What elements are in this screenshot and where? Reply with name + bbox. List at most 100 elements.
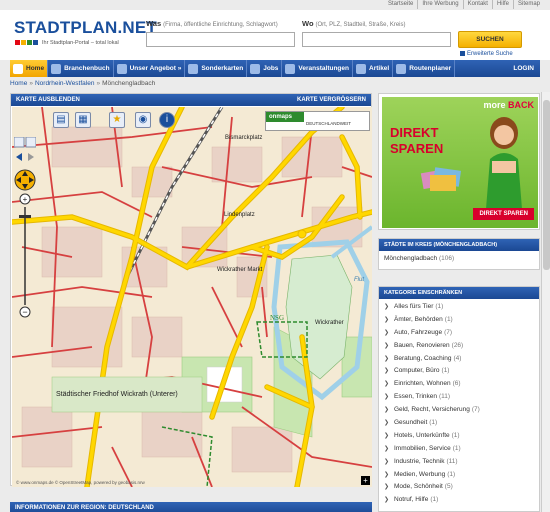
ad-banner[interactable]: more BACK DIREKT SPAREN DIREKT SPAREN [378,93,540,230]
map-bar: KARTE AUSBLENDEN KARTE VERGRÖSSERN [11,94,371,106]
label-nsg: NSG [270,314,285,322]
category-label: Essen, Trinken [394,393,437,401]
logo[interactable]: STADTPLAN.NET Ihr Stadtplan-Portal – tot… [14,18,157,52]
breadcrumb: Home» Nordrhein-Westfalen» Mönchengladbach [10,80,156,87]
ad-brand-back: BACK [508,100,534,110]
expand-icon[interactable]: + [361,476,370,485]
category-item[interactable]: ❯ Auto, Fahrzeuge (7) [384,327,534,340]
chevron-right-icon: ❯ [384,342,390,349]
category-item[interactable]: ❯ Bauen, Renovieren (26) [384,340,534,353]
nav-branchenbuch[interactable]: Branchenbuch [48,60,114,77]
category-count: (5) [444,483,453,491]
extended-search-link[interactable]: Erweiterte Suche [460,51,513,57]
hide-map-link[interactable]: KARTE AUSBLENDEN [16,97,80,103]
star-icon[interactable]: ★ [109,112,125,128]
breadcrumb-home[interactable]: Home [10,80,27,87]
map-icon [188,63,199,74]
category-item[interactable]: ❯ Industrie, Technik (11) [384,456,534,469]
chevron-right-icon: ❯ [384,484,390,491]
nav-sonderkarten[interactable]: Sonderkarten [185,60,248,77]
page-scrollbar[interactable] [541,92,550,512]
category-label: Auto, Fahrzeuge [394,328,443,336]
map-graphic [12,107,372,487]
nav-routenplaner[interactable]: Routenplaner [393,60,456,77]
nav-artikel[interactable]: Artikel [353,60,394,77]
onmaps-name: onmaps [269,114,293,120]
chevron-right-icon: ❯ [384,368,390,375]
extended-search-label: Erweiterte Suche [467,51,513,58]
map-canvas[interactable]: Bismarckplatz Lindenplatz Wickrather Mar… [12,107,372,487]
what-hint: (Firma, öffentliche Einrichtung, Schlagw… [163,22,278,28]
category-item[interactable]: ❯ Alles fürs Tier (1) [384,301,534,314]
nav-veranstaltungen[interactable]: Veranstaltungen [282,60,353,77]
ad-title-line2: SPAREN [390,141,444,156]
category-item[interactable]: ❯ Hotels, Unterkünfte (1) [384,430,534,443]
category-item[interactable]: ❯ Essen, Trinken (11) [384,391,534,404]
map-panel: KARTE AUSBLENDEN KARTE VERGRÖSSERN Bisma… [10,93,372,487]
chevron-right-icon: ❯ [384,316,390,323]
where-input[interactable] [303,33,450,46]
login-link[interactable]: LOGIN [510,60,540,77]
chevron-right-icon: ❯ [384,407,390,414]
nav-home[interactable]: Home [10,60,49,77]
category-item[interactable]: ❯ Mode, Schönheit (5) [384,481,534,494]
category-label: Mode, Schönheit [394,483,443,491]
where-label-row: Wo (Ort, PLZ, Stadtteil, Straße, Kreis) [302,19,406,28]
where-field[interactable] [302,32,451,47]
nav-jobs-label: Jobs [263,65,279,72]
category-item[interactable]: ❯ Immobilien, Service (1) [384,443,534,456]
category-item[interactable]: ❯ Einrichten, Wohnen (6) [384,378,534,391]
nav-angebot-label: Unser Angebot » [129,65,182,72]
what-field[interactable] [146,32,295,47]
nav-home-label: Home [26,65,45,72]
print-icon[interactable]: ▤ [53,112,69,128]
toplink-kontakt[interactable]: Kontakt [462,0,492,9]
onmaps-badge[interactable]: onmaps DEUTSCHLANDWEIT [265,111,370,131]
category-item[interactable]: ❯ Beratung, Coaching (4) [384,353,534,366]
category-item[interactable]: ❯ Notruf, Hilfe (1) [384,494,534,507]
offer-icon [116,63,127,74]
route-icon [396,63,407,74]
logo-squares [15,40,38,45]
chevron-right-icon: ❯ [384,304,390,310]
toplink-werbung[interactable]: Ihre Werbung [417,0,462,9]
marker-icon[interactable]: ◉ [135,112,151,128]
category-item[interactable]: ❯ Geld, Recht, Versicherung (7) [384,404,534,417]
category-label: Bauen, Renovieren [394,341,450,349]
onmaps-sub: DEUTSCHLANDWEIT [306,121,352,126]
label-lindenplatz: Lindenplatz [224,212,255,218]
layers-icon[interactable]: ▦ [75,112,91,128]
category-count: (26) [451,341,464,349]
chevron-right-icon: ❯ [384,329,390,336]
search-button[interactable]: SUCHEN [458,31,522,48]
chevron-right-icon: ❯ [384,355,390,362]
nav-jobs[interactable]: Jobs [247,60,283,77]
category-label: Gesundheit [394,419,428,427]
toplink-start[interactable]: Startseite [384,0,417,9]
category-label: Beratung, Coaching [394,354,452,362]
money-icon [420,167,461,191]
category-label: Notruf, Hilfe [394,496,429,504]
category-item[interactable]: ❯ Computer, Büro (1) [384,365,534,378]
breadcrumb-state[interactable]: Nordrhein-Westfalen [35,80,95,87]
book-icon [51,63,62,74]
toplink-sitemap[interactable]: Sitemap [512,0,544,9]
chevron-right-icon: ❯ [384,394,390,401]
svg-text:−: − [22,307,27,317]
category-item[interactable]: ❯ Medien, Werbung (1) [384,469,534,482]
what-input[interactable] [147,33,294,46]
category-label: Ämter, Behörden [394,315,443,323]
enlarge-map-link[interactable]: KARTE VERGRÖSSERN [297,97,366,103]
toplink-hilfe[interactable]: Hilfe [491,0,513,9]
category-list: ❯ Alles fürs Tier (1) ❯ Ämter, Behörden (1) ❯ A… [379,299,539,507]
ad-cta-button[interactable]: DIREKT SPAREN [473,208,534,220]
where-hint: (Ort, PLZ, Stadtteil, Straße, Kreis) [315,22,406,28]
scrollbar-thumb[interactable] [543,100,550,270]
category-item[interactable]: ❯ Ämter, Behörden (1) [384,314,534,327]
nav-angebot[interactable]: Unser Angebot » [114,60,186,77]
category-item[interactable]: ❯ Gesundheit (1) [384,417,534,430]
category-count: (1) [430,496,439,504]
nav-routenplaner-label: Routenplaner [409,65,452,72]
info-icon[interactable]: i [159,112,175,128]
city-link[interactable]: Mönchengladbach [384,255,437,262]
